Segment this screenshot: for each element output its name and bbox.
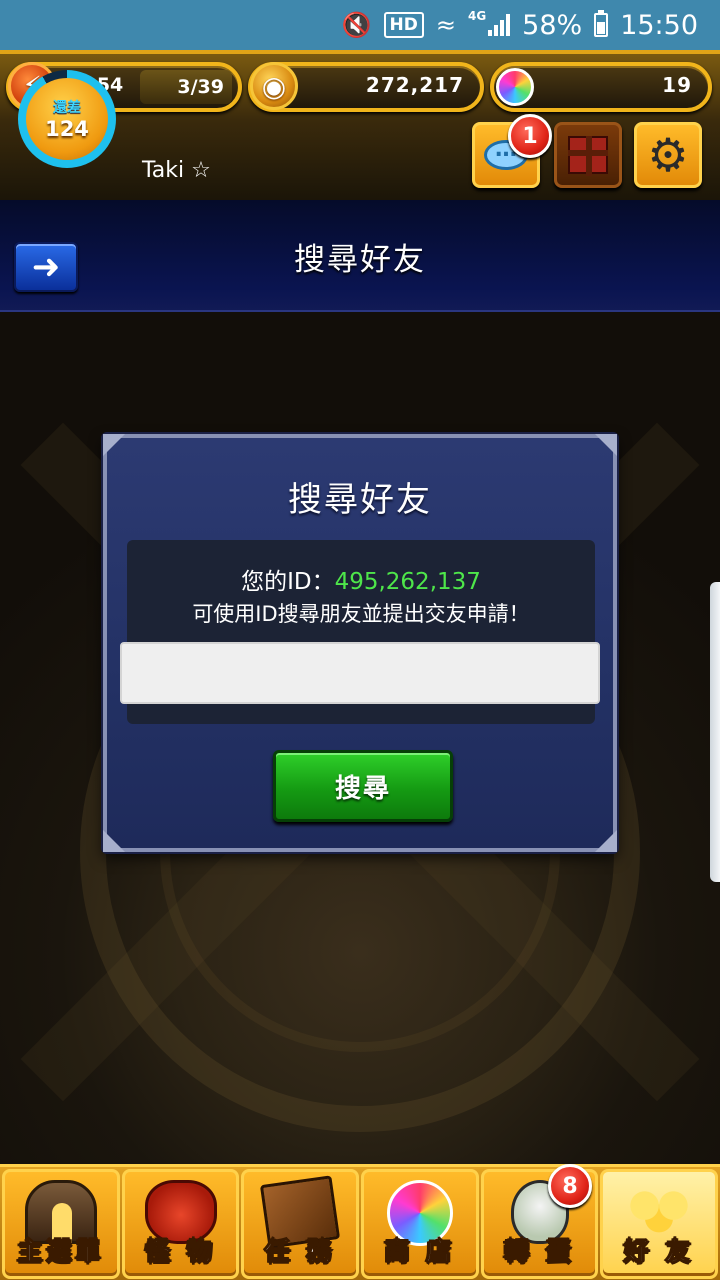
stamina-count: 3/39 <box>140 70 232 104</box>
wifi-icon: ≈ <box>435 11 456 39</box>
coin-value: 272,217 <box>365 73 464 97</box>
gift-box-icon <box>568 136 608 176</box>
gift-button[interactable] <box>554 122 622 188</box>
user-id-value: 495,262,137 <box>334 569 481 595</box>
coin-icon: ◉ <box>250 62 298 110</box>
hd-indicator: HD <box>383 12 424 38</box>
search-friend-dialog: 搜尋好友 您的ID：495,262,137 可使用ID搜尋朋友並提出交友申請！ … <box>103 434 617 852</box>
orb-value: 19 <box>662 73 692 97</box>
battery-icon <box>594 10 609 37</box>
nav-monster[interactable]: 怪 物 <box>121 1169 240 1279</box>
clock: 15:50 <box>620 9 698 41</box>
friend-id-input[interactable] <box>120 642 600 704</box>
title-bar: ➜ 搜尋好友 <box>0 200 720 312</box>
signal-icon <box>488 14 511 36</box>
nav-shop[interactable]: 商 店 <box>361 1169 479 1279</box>
nav-main-menu[interactable]: 主選單 <box>2 1169 120 1279</box>
rank-badge: 還差 124 <box>26 78 108 160</box>
mobile-data-indicator: 4G <box>467 9 487 23</box>
dialog-title: 搜尋好友 <box>288 480 432 520</box>
orb-icon <box>496 68 534 106</box>
search-hint: 可使用ID搜尋朋友並提出交友申請！ <box>192 602 530 626</box>
gear-icon: ⚙ <box>647 128 689 182</box>
user-id-line: 您的ID：495,262,137 <box>127 562 595 596</box>
nav-label: 任 務 <box>264 1237 336 1267</box>
coin-counter[interactable]: ◉ 272,217 <box>248 62 484 112</box>
rank-value: 124 <box>45 117 89 141</box>
nav-quest[interactable]: 任 務 <box>241 1169 360 1279</box>
battery-percent: 58% <box>522 9 583 41</box>
orb-counter[interactable]: 19 <box>490 62 712 112</box>
nav-label: 轉 蛋 <box>504 1237 575 1267</box>
nav-label: 好 友 <box>623 1237 695 1267</box>
nav-label: 商 店 <box>384 1237 456 1267</box>
chat-notification-badge: 1 <box>508 114 552 158</box>
rank-label: 還差 <box>53 100 81 116</box>
user-id-label: 您的ID： <box>241 569 335 595</box>
page-title: 搜尋好友 <box>294 242 426 278</box>
nav-label: 主選單 <box>17 1237 105 1267</box>
settings-button[interactable]: ⚙ <box>634 122 702 188</box>
player-name: Taki ☆ <box>142 158 211 183</box>
search-button[interactable]: 搜尋 <box>273 750 453 822</box>
nav-friends[interactable]: 好 友 <box>600 1169 719 1279</box>
bottom-nav: 主選單 怪 物 任 務 商 店 轉 蛋 好 友 <box>0 1164 720 1280</box>
gacha-notification-badge: 8 <box>548 1164 592 1208</box>
nav-label: 怪 物 <box>145 1237 216 1267</box>
mute-icon: 🔇 <box>341 11 372 39</box>
player-rank-ring[interactable]: 還差 124 <box>18 70 116 168</box>
status-bar: 🔇 HD ≈ 4G 58% 15:50 <box>0 0 720 50</box>
edge-panel-handle[interactable] <box>710 582 720 882</box>
